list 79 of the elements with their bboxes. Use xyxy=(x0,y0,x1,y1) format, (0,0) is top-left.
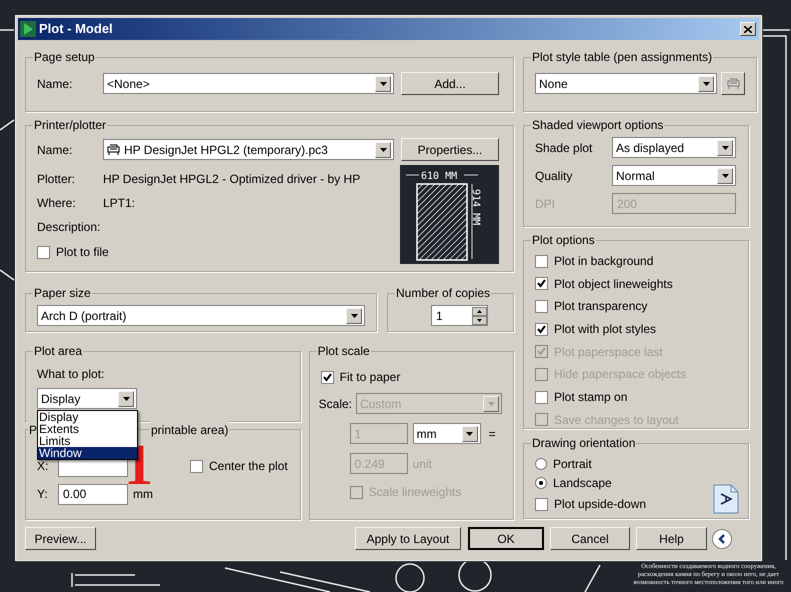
dropdown[interactable]: HP DesignJet HPGL2 (temporary).pc3 xyxy=(103,139,394,160)
checkbox[interactable] xyxy=(535,254,548,268)
label: Y: xyxy=(37,487,48,501)
spin-box[interactable]: 1 xyxy=(431,305,488,326)
dropdown-option[interactable]: Window xyxy=(38,447,137,459)
group-title: Drawing orientation xyxy=(531,435,636,452)
radio-button[interactable] xyxy=(535,458,547,470)
plotter-icon xyxy=(107,144,120,156)
checkbox-label: Fit to paper xyxy=(340,369,400,386)
dropdown-option[interactable]: Extents xyxy=(38,423,137,435)
dropdown[interactable]: None xyxy=(535,73,717,94)
checkbox[interactable] xyxy=(535,390,548,404)
collapse-button[interactable] xyxy=(712,528,732,548)
dropdown[interactable]: Arch D (portrait) xyxy=(37,305,365,326)
page-orientation-icon xyxy=(713,484,739,514)
checkbox-label: Plot to file xyxy=(56,244,109,261)
group-title: Plot options xyxy=(531,232,596,249)
group-title: Paper size xyxy=(33,285,92,302)
plotter-icon xyxy=(726,78,740,90)
group-title: Page setup xyxy=(33,49,96,66)
checkbox[interactable] xyxy=(535,300,548,313)
button[interactable]: Apply to Layout xyxy=(355,527,461,550)
group-title: Printer/plotter xyxy=(33,117,108,134)
window-title: Plot - Model xyxy=(39,20,114,38)
checkbox-label: Plot object lineweights xyxy=(554,276,673,293)
button[interactable]: Add... xyxy=(401,72,499,95)
group-title: Plot scale xyxy=(316,343,371,360)
dropdown[interactable]: Display xyxy=(37,388,137,409)
input-field[interactable]: 0.00 xyxy=(58,484,128,504)
radio-label: Portrait xyxy=(553,456,592,472)
dropdown[interactable]: Normal xyxy=(612,165,736,186)
button[interactable]: Help xyxy=(636,527,707,550)
dropdown-option[interactable]: Display xyxy=(38,411,137,423)
spin-up-icon[interactable] xyxy=(472,306,487,316)
checkbox[interactable] xyxy=(535,322,548,336)
label: mm xyxy=(133,486,153,503)
label: HP DesignJet HPGL2 - Optimized driver - by HP xyxy=(103,171,360,188)
label: X: xyxy=(37,459,48,473)
button[interactable]: Cancel xyxy=(550,527,630,550)
label: Name: xyxy=(37,76,72,90)
group-title: Number of copies xyxy=(395,285,492,302)
edit-button[interactable] xyxy=(721,72,745,95)
label: Name: xyxy=(37,142,72,156)
paper-preview-drawing: 610 MM 914 MM xyxy=(400,165,499,264)
checkbox-label: Plot transparency xyxy=(554,298,648,316)
label: Shade plot xyxy=(535,140,592,154)
label: = xyxy=(488,426,496,442)
checkbox-label: Plot upside-down xyxy=(554,496,646,513)
close-button[interactable] xyxy=(740,22,756,36)
group-title: Shaded viewport options xyxy=(531,117,664,134)
checkbox-label: Center the plot xyxy=(209,458,288,475)
button[interactable]: Preview... xyxy=(25,527,96,550)
checkbox[interactable] xyxy=(535,498,548,510)
app-icon xyxy=(20,21,36,37)
group-title: Plot area xyxy=(33,343,84,360)
label: LPT1: xyxy=(103,195,136,212)
checkbox[interactable] xyxy=(190,460,203,472)
button[interactable]: Properties... xyxy=(401,138,499,161)
checkbox-label: Plot stamp on xyxy=(554,389,628,406)
chevron-left-icon xyxy=(718,534,726,544)
button[interactable]: OK xyxy=(468,527,544,550)
dropdown[interactable]: As displayed xyxy=(612,137,736,158)
label: Quality xyxy=(535,168,572,182)
checkbox[interactable] xyxy=(37,246,50,258)
checkbox-label: Plot in background xyxy=(554,253,654,270)
label: Description: xyxy=(37,220,100,234)
radio-button[interactable] xyxy=(535,476,547,488)
label: Where: xyxy=(37,196,76,210)
label: Scale: xyxy=(318,396,352,412)
label: What to plot: xyxy=(37,367,104,381)
label: Plotter: xyxy=(37,172,76,186)
radio-label: Landscape xyxy=(553,474,612,492)
close-icon xyxy=(744,26,752,32)
dropdown-option[interactable]: Limits xyxy=(38,435,137,447)
dropdown[interactable]: <None> xyxy=(103,73,394,94)
group-title: printable area) xyxy=(150,421,230,439)
checkbox-label: Plot with plot styles xyxy=(554,321,656,338)
checkbox[interactable] xyxy=(535,277,548,290)
group-title: Plot style table (pen assignments) xyxy=(531,49,714,66)
